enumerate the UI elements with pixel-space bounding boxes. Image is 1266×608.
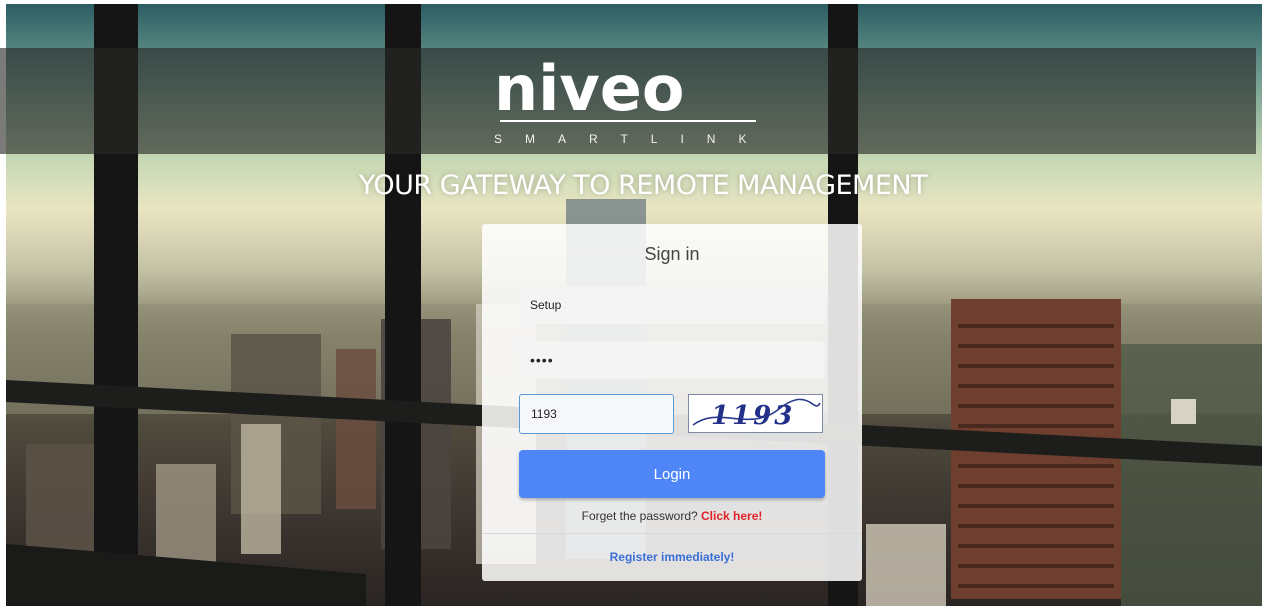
logo-subtitle: SMARTLINK bbox=[494, 132, 770, 146]
password-input[interactable] bbox=[519, 341, 825, 379]
login-card: Sign in 1193 Login Forget the password? … bbox=[482, 224, 862, 581]
niveo-wordmark: niveo bbox=[494, 52, 756, 125]
login-button[interactable]: Login bbox=[519, 450, 825, 498]
logo-wordmark-text: niveo bbox=[494, 60, 684, 125]
card-divider bbox=[482, 533, 862, 534]
forget-password-row: Forget the password? Click here! bbox=[482, 509, 862, 523]
page-tagline: YOUR GATEWAY TO REMOTE MANAGEMENT bbox=[358, 170, 928, 201]
forget-password-text: Forget the password? bbox=[581, 509, 698, 523]
niveo-logo: niveo SMARTLINK bbox=[494, 52, 814, 155]
forget-password-link[interactable]: Click here! bbox=[701, 509, 762, 523]
register-link[interactable]: Register immediately! bbox=[482, 550, 862, 564]
captcha-image-text: 1193 bbox=[711, 401, 795, 431]
username-input[interactable] bbox=[519, 286, 825, 324]
captcha-input[interactable] bbox=[519, 394, 674, 434]
captcha-image[interactable]: 1193 bbox=[688, 394, 823, 433]
sign-in-title: Sign in bbox=[644, 244, 700, 264]
